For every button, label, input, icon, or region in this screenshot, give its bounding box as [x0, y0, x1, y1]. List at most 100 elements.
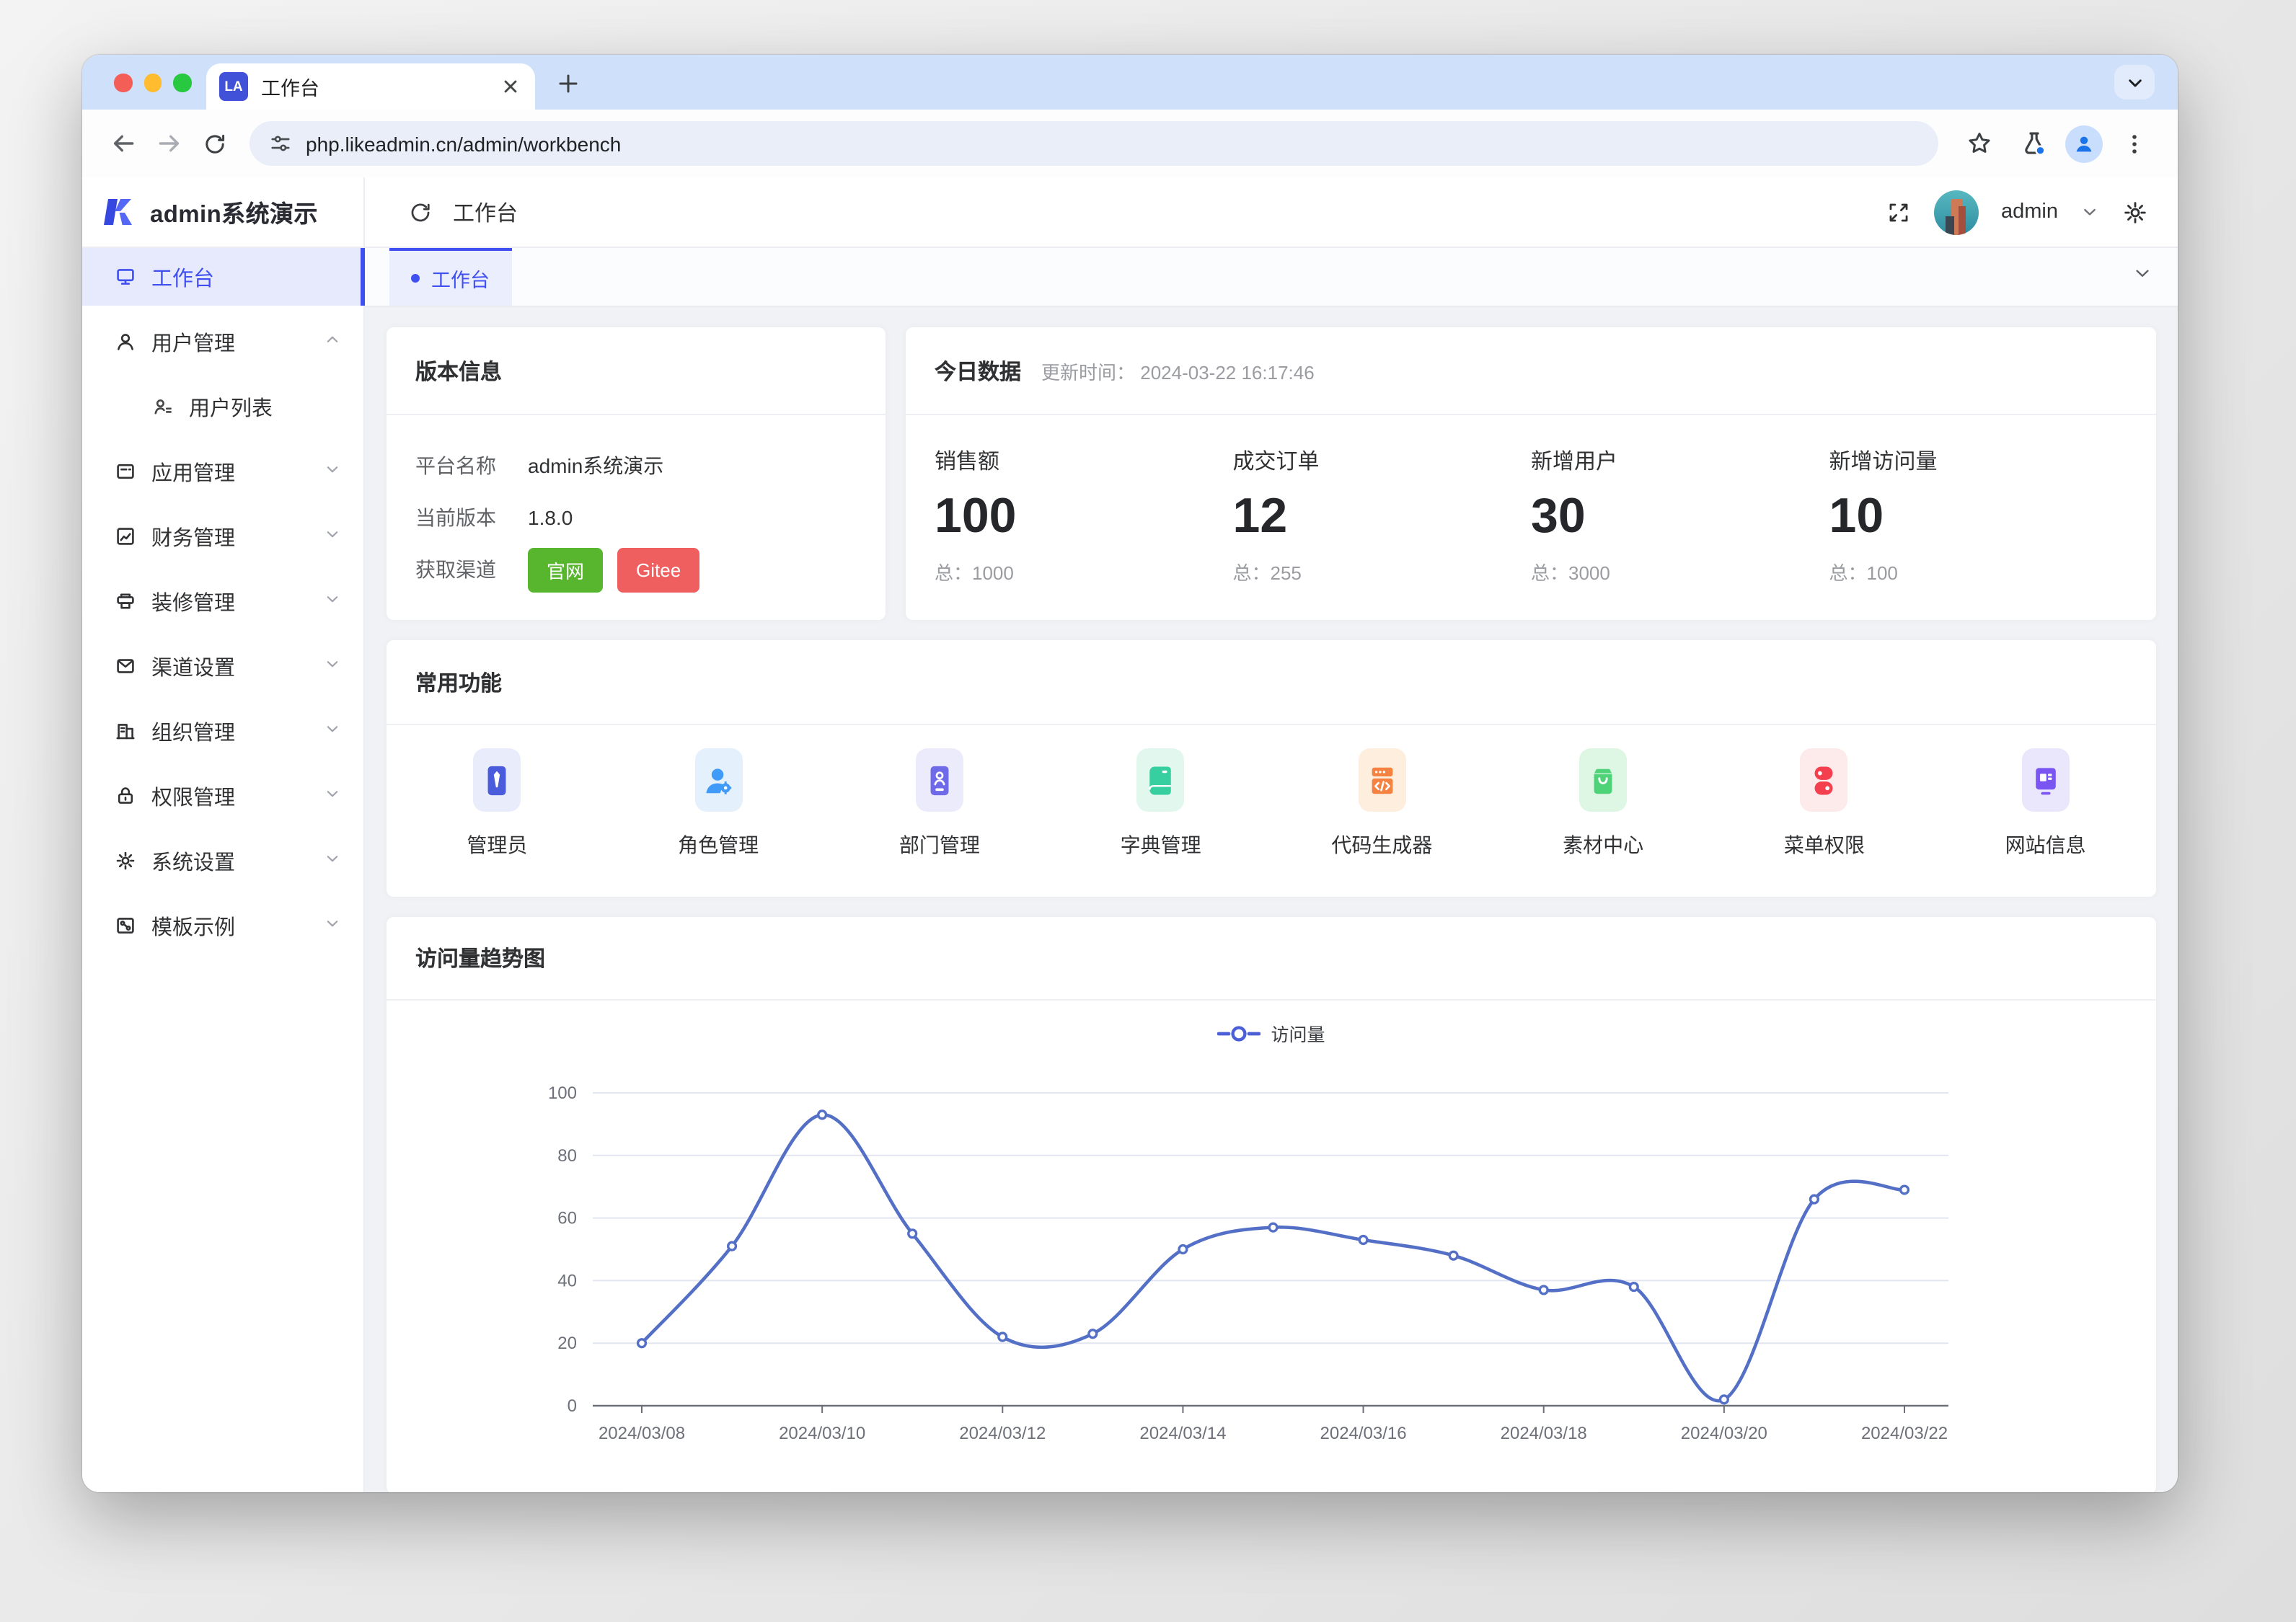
stat-total: 总：100 [1829, 558, 2128, 585]
quick-item-dept[interactable]: 部门管理 [829, 748, 1051, 859]
sidebar-item-channel[interactable]: 渠道设置 [82, 637, 363, 695]
svg-text:2024/03/16: 2024/03/16 [1320, 1424, 1407, 1443]
toolbar-actions [1956, 120, 2158, 167]
tab-close-icon[interactable] [500, 76, 521, 97]
line-chart: 0204060801002024/03/082024/03/102024/03/… [513, 1055, 2156, 1484]
header-nav-tab-workbench[interactable]: 工作台 [453, 197, 518, 227]
sidebar-item-lock[interactable]: 权限管理 [82, 767, 363, 825]
app-body: 工作台 用户管理 用户列表 应用管理 财务管理 装修管理 渠道设置 组织管理 权… [82, 248, 2178, 1492]
channel-row: 获取渠道 官网Gitee [415, 544, 857, 595]
stat-total: 总：1000 [935, 558, 1233, 585]
sidebar-item-label: 渠道设置 [151, 651, 324, 681]
sidebar-item-monitor[interactable]: 工作台 [82, 248, 363, 306]
quick-card-title: 常用功能 [415, 667, 502, 697]
quick-item-label: 素材中心 [1563, 830, 1643, 859]
channel-button-Gitee[interactable]: Gitee [617, 547, 699, 592]
username[interactable]: admin [2001, 200, 2058, 223]
site-info-icon [2022, 748, 2070, 812]
svg-text:40: 40 [557, 1271, 577, 1290]
role-icon [694, 748, 742, 812]
sidebar-item-org[interactable]: 组织管理 [82, 702, 363, 760]
tag-dot-icon [411, 274, 420, 283]
main-content: 版本信息 平台名称 admin系统演示 当前版本 1.8. [365, 307, 2178, 1492]
close-window-button[interactable] [114, 74, 132, 92]
today-stats: 销售额 100 总：1000成交订单 12 总：255新增用户 30 总：300… [906, 415, 2156, 585]
material-icon [1579, 748, 1627, 812]
quick-item-site-info[interactable]: 网站信息 [1935, 748, 2156, 859]
browser-tab[interactable]: LA 工作台 [206, 63, 535, 110]
user-chevron-down-icon[interactable] [2081, 203, 2098, 221]
legend-label: 访问量 [1271, 1019, 1325, 1047]
channel-button-官网[interactable]: 官网 [528, 547, 603, 592]
quick-item-label: 字典管理 [1121, 830, 1201, 859]
chart-legend[interactable]: 访问量 [387, 1019, 2156, 1047]
update-time: 更新时间： 2024-03-22 16:17:46 [1041, 357, 1315, 384]
svg-text:0: 0 [568, 1396, 577, 1416]
forward-icon[interactable] [146, 120, 192, 167]
settings-gear-icon[interactable] [2121, 198, 2149, 226]
tab-search-button[interactable] [2114, 65, 2155, 99]
quick-item-label: 角色管理 [678, 830, 759, 859]
sidebar-item-label: 工作台 [151, 262, 340, 292]
quick-item-dict[interactable]: 字典管理 [1050, 748, 1271, 859]
zoom-window-button[interactable] [173, 74, 191, 92]
svg-text:80: 80 [557, 1146, 577, 1166]
chevron-down-icon [324, 525, 340, 548]
new-tab-button[interactable] [549, 65, 587, 102]
sidebar-subitem-user-list[interactable]: 用户列表 [82, 378, 363, 435]
tag-workbench[interactable]: 工作台 [389, 248, 511, 306]
chart-card-title: 访问量趋势图 [415, 943, 545, 973]
stat-新增访问量: 新增访问量 10 总：100 [1829, 446, 2128, 585]
sidebar-item-finance[interactable]: 财务管理 [82, 508, 363, 565]
experiments-flask-icon[interactable] [2010, 120, 2057, 167]
decorate-icon [114, 590, 137, 613]
refresh-icon[interactable] [408, 200, 433, 224]
sidebar-item-label: 系统设置 [151, 846, 324, 876]
version-card-header: 版本信息 [387, 327, 886, 415]
sidebar-item-user[interactable]: 用户管理 [82, 313, 363, 371]
gear-icon [114, 849, 137, 872]
codegen-icon [1358, 748, 1405, 812]
admin-app: admin系统演示 工作台 [82, 177, 2178, 1492]
quick-item-admin[interactable]: 管理员 [387, 748, 608, 859]
brand-logo-icon [102, 195, 137, 229]
stat-label: 销售额 [935, 446, 1233, 476]
app-header: admin系统演示 工作台 [82, 177, 2178, 248]
quick-item-label: 网站信息 [2005, 830, 2086, 859]
tab-favicon: LA [219, 72, 248, 101]
quick-item-label: 代码生成器 [1331, 830, 1432, 859]
url-bar[interactable]: php.likeadmin.cn/admin/workbench [250, 121, 1938, 166]
quick-functions-card: 常用功能 管理员 角色管理 部门管理 字典管理 代码生成器 素材中心 菜单权限 … [387, 640, 2156, 897]
quick-item-role[interactable]: 角色管理 [608, 748, 829, 859]
quick-item-codegen[interactable]: 代码生成器 [1271, 748, 1493, 859]
platform-name-row: 平台名称 admin系统演示 [415, 440, 857, 492]
kebab-menu-icon[interactable] [2111, 120, 2158, 167]
legend-marker-icon [1217, 1024, 1260, 1042]
tags-chevron-down-icon[interactable] [2133, 264, 2152, 290]
fullscreen-icon[interactable] [1886, 200, 1910, 224]
svg-text:2024/03/08: 2024/03/08 [599, 1424, 685, 1443]
svg-text:2024/03/14: 2024/03/14 [1139, 1424, 1226, 1443]
quick-item-menu-auth[interactable]: 菜单权限 [1714, 748, 1935, 859]
sidebar-item-decorate[interactable]: 装修管理 [82, 572, 363, 630]
platform-name-value: admin系统演示 [528, 451, 663, 480]
sidebar-item-label: 组织管理 [151, 716, 324, 746]
bookmark-star-icon[interactable] [1956, 120, 2002, 167]
sidebar-item-template[interactable]: 模板示例 [82, 897, 363, 954]
current-version-label: 当前版本 [415, 503, 528, 532]
back-icon[interactable] [100, 120, 146, 167]
quick-item-material[interactable]: 素材中心 [1493, 748, 1714, 859]
current-version-value: 1.8.0 [528, 506, 573, 529]
user-list-icon [151, 395, 175, 418]
browser-window: LA 工作台 [82, 55, 2178, 1492]
sidebar-item-gear[interactable]: 系统设置 [82, 832, 363, 890]
svg-text:2024/03/18: 2024/03/18 [1501, 1424, 1587, 1443]
channel-icon [114, 655, 137, 678]
minimize-window-button[interactable] [144, 74, 162, 92]
sidebar-item-label: 财务管理 [151, 521, 324, 551]
sidebar-item-app[interactable]: 应用管理 [82, 443, 363, 500]
avatar[interactable] [1933, 190, 1978, 234]
sidebar-item-label: 应用管理 [151, 456, 324, 487]
browser-profile-icon[interactable] [2065, 125, 2103, 162]
reload-icon[interactable] [192, 120, 238, 167]
